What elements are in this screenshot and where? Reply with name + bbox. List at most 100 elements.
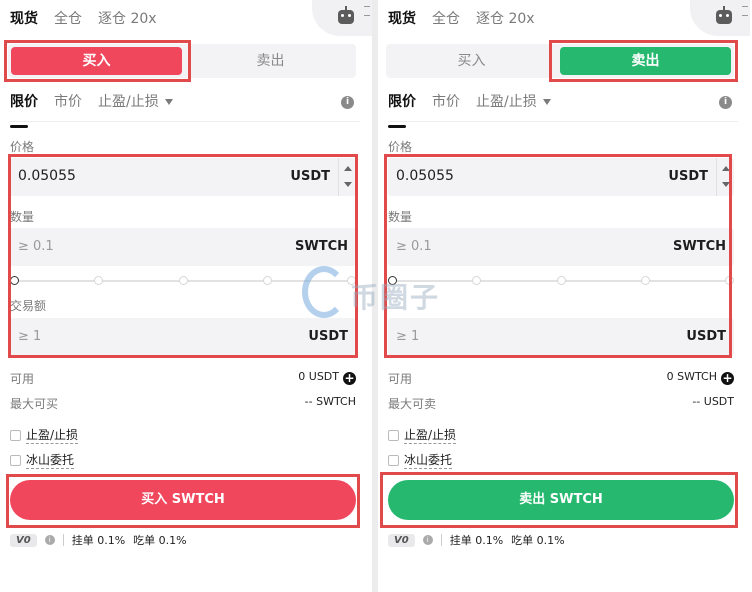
- available-row: 可用 0 SWTCH +: [388, 370, 734, 387]
- quantity-unit: SWTCH: [673, 239, 726, 254]
- tab-tp-sl[interactable]: 止盈/止损: [476, 92, 551, 121]
- quantity-placeholder: ≥ 0.1: [396, 239, 432, 254]
- taker-fee: 吃单 0.1%: [133, 534, 187, 547]
- tab-market[interactable]: 市价: [432, 92, 460, 121]
- account-tabs: 现货 全仓 逐仓 20x: [10, 8, 157, 32]
- fee-info-icon[interactable]: i: [422, 535, 433, 545]
- buy-panel: 现货 全仓 逐仓 20x 买入 卖出 限价 市价 止盈/止损 i 价格 0.05…: [0, 0, 372, 592]
- max-sell-label: 最大可卖: [388, 397, 437, 411]
- max-buy-row: 最大可买 -- SWTCH: [10, 395, 356, 412]
- info-icon[interactable]: i: [341, 96, 354, 109]
- sell-submit-button[interactable]: 卖出 SWTCH: [388, 480, 734, 520]
- sell-side-button[interactable]: 卖出: [185, 44, 356, 78]
- amount-placeholder: ≥ 1: [18, 329, 42, 344]
- slider-knob-50[interactable]: [179, 276, 188, 285]
- vip-badge: V0: [10, 533, 37, 547]
- tab-isolated-margin[interactable]: 逐仓 20x: [476, 8, 535, 32]
- max-buy-label: 最大可买: [10, 397, 59, 411]
- price-value: 0.05055: [18, 168, 76, 184]
- price-unit: USDT: [668, 169, 708, 184]
- slider-knob-100[interactable]: [725, 276, 734, 285]
- robot-icon[interactable]: [338, 6, 354, 24]
- slider-knob-75[interactable]: [641, 276, 650, 285]
- tab-cross-margin[interactable]: 全仓: [432, 8, 460, 32]
- available-value: 0 USDT: [298, 370, 339, 383]
- tp-sl-option[interactable]: 止盈/止损: [388, 426, 457, 444]
- stepper-down-icon[interactable]: [344, 182, 352, 187]
- info-icon[interactable]: i: [719, 96, 732, 109]
- available-value-wrap: 0 USDT +: [298, 370, 356, 385]
- tab-limit[interactable]: 限价: [388, 92, 416, 128]
- tab-isolated-margin[interactable]: 逐仓 20x: [98, 8, 157, 32]
- tab-market[interactable]: 市价: [54, 92, 82, 121]
- quantity-input[interactable]: ≥ 0.1 SWTCH: [10, 228, 356, 266]
- iceberg-label: 冰山委托: [404, 453, 453, 469]
- plus-icon[interactable]: +: [721, 372, 734, 385]
- menu-icon[interactable]: [742, 6, 748, 16]
- chevron-down-icon: [542, 99, 551, 105]
- tab-tp-sl[interactable]: 止盈/止损: [98, 92, 173, 121]
- plus-icon[interactable]: +: [343, 372, 356, 385]
- robot-icon[interactable]: [716, 6, 732, 24]
- stepper-up-icon[interactable]: [722, 166, 730, 171]
- available-label: 可用: [388, 372, 413, 386]
- tp-sl-checkbox[interactable]: [10, 429, 21, 441]
- fee-divider: [440, 534, 442, 546]
- slider-knob-50[interactable]: [557, 276, 566, 285]
- buy-submit-button[interactable]: 买入 SWTCH: [10, 480, 356, 520]
- amount-placeholder: ≥ 1: [396, 329, 420, 344]
- amount-unit: USDT: [308, 329, 348, 344]
- price-input[interactable]: 0.05055 USDT: [388, 158, 734, 196]
- vip-badge: V0: [388, 533, 415, 547]
- fee-info-icon[interactable]: i: [44, 535, 55, 545]
- tab-spot[interactable]: 现货: [388, 8, 416, 32]
- iceberg-option[interactable]: 冰山委托: [10, 451, 75, 469]
- iceberg-checkbox[interactable]: [388, 454, 399, 466]
- price-input[interactable]: 0.05055 USDT: [10, 158, 356, 196]
- iceberg-option[interactable]: 冰山委托: [388, 451, 453, 469]
- sell-side-button[interactable]: 卖出: [560, 47, 731, 75]
- iceberg-checkbox[interactable]: [10, 454, 21, 466]
- fee-row: V0 i 挂单 0.1% 吃单 0.1%: [388, 532, 565, 548]
- quantity-slider[interactable]: [10, 276, 356, 286]
- price-stepper[interactable]: [338, 158, 356, 196]
- amount-input[interactable]: ≥ 1 USDT: [388, 318, 734, 356]
- bot-corner: [312, 0, 372, 36]
- slider-knob-0[interactable]: [388, 276, 397, 285]
- buy-side-button[interactable]: 买入: [11, 47, 182, 75]
- slider-knob-25[interactable]: [472, 276, 481, 285]
- price-label: 价格: [388, 140, 413, 154]
- quantity-unit: SWTCH: [295, 239, 348, 254]
- tab-tp-sl-label: 止盈/止损: [98, 94, 159, 110]
- available-value-wrap: 0 SWTCH +: [667, 370, 734, 385]
- slider-knob-0[interactable]: [10, 276, 19, 285]
- tab-spot[interactable]: 现货: [10, 8, 38, 32]
- amount-input[interactable]: ≥ 1 USDT: [10, 318, 356, 356]
- buy-side-button[interactable]: 买入: [386, 44, 557, 78]
- order-type-tabs: 限价 市价 止盈/止损 i: [10, 92, 360, 128]
- available-value: 0 SWTCH: [666, 370, 717, 383]
- menu-icon[interactable]: [364, 6, 370, 16]
- fee-row: V0 i 挂单 0.1% 吃单 0.1%: [10, 532, 187, 548]
- slider-knob-25[interactable]: [94, 276, 103, 285]
- tab-limit[interactable]: 限价: [10, 92, 38, 128]
- slider-knob-75[interactable]: [263, 276, 272, 285]
- quantity-placeholder: ≥ 0.1: [18, 239, 54, 254]
- quantity-slider[interactable]: [388, 276, 734, 286]
- quantity-label: 数量: [388, 210, 413, 224]
- tp-sl-checkbox[interactable]: [388, 429, 399, 441]
- stepper-down-icon[interactable]: [722, 182, 730, 187]
- price-stepper[interactable]: [716, 158, 734, 196]
- tp-sl-label: 止盈/止损: [26, 428, 79, 444]
- tab-tp-sl-label: 止盈/止损: [476, 94, 537, 110]
- bot-corner: [690, 0, 750, 36]
- tp-sl-option[interactable]: 止盈/止损: [10, 426, 79, 444]
- slider-knob-100[interactable]: [347, 276, 356, 285]
- quantity-label: 数量: [10, 210, 35, 224]
- side-switch: 买入 卖出: [8, 44, 356, 78]
- tab-cross-margin[interactable]: 全仓: [54, 8, 82, 32]
- max-sell-value: -- USDT: [692, 395, 734, 408]
- quantity-input[interactable]: ≥ 0.1 SWTCH: [388, 228, 734, 266]
- available-label: 可用: [10, 372, 35, 386]
- stepper-up-icon[interactable]: [344, 166, 352, 171]
